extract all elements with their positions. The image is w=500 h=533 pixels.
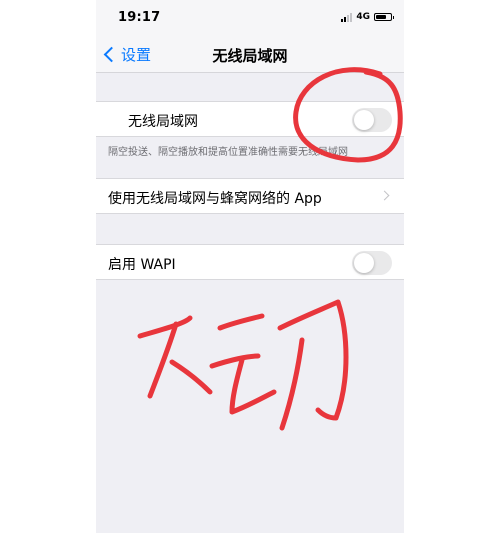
navigation-bar: 设置 无线局域网 [96, 36, 404, 73]
status-time: 19:17 [118, 10, 161, 25]
phone-screen: 19:17 4G 设置 无线局域网 无线局域网 隔空投送、隔空播放和提高位置准确… [96, 0, 404, 533]
toggle-knob [354, 110, 374, 130]
page-title: 无线局域网 [212, 47, 288, 65]
wlan-footer-note: 隔空投送、隔空播放和提高位置准确性需要无线局域网 [108, 147, 348, 158]
app-row[interactable]: 使用无线局域网与蜂窝网络的 App [96, 178, 404, 214]
status-indicators: 4G [341, 12, 394, 22]
battery-icon [374, 13, 394, 21]
chevron-right-icon [379, 190, 390, 201]
wlan-label: 无线局域网 [128, 114, 198, 130]
wlan-row: 无线局域网 [96, 101, 404, 137]
signal-icon [341, 12, 353, 22]
wapi-row: 启用 WAPI [96, 244, 404, 280]
network-type: 4G [356, 12, 370, 22]
app-row-label: 使用无线局域网与蜂窝网络的 App [108, 191, 322, 207]
wapi-label: 启用 WAPI [108, 257, 176, 273]
status-bar: 19:17 4G [96, 0, 404, 36]
wapi-toggle[interactable] [352, 251, 392, 275]
toggle-knob [354, 253, 374, 273]
wlan-toggle[interactable] [352, 108, 392, 132]
